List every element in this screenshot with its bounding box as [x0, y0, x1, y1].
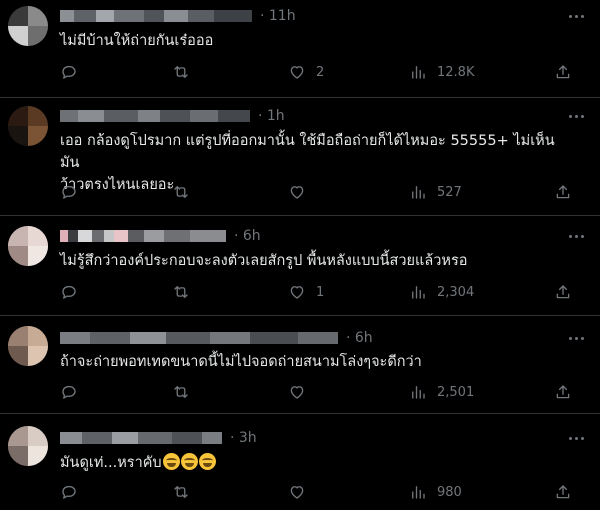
views-button[interactable]: 2,501 [409, 380, 474, 404]
reply-button[interactable] [60, 480, 88, 504]
retweet-icon [174, 66, 188, 78]
more-dots-icon[interactable] [566, 6, 586, 26]
share-icon [556, 185, 570, 199]
views-button[interactable]: 12.8K [409, 60, 474, 84]
blurred-username[interactable] [60, 332, 338, 344]
views-button[interactable]: 527 [409, 180, 462, 204]
blurred-username[interactable] [60, 230, 226, 242]
more-dots-icon[interactable] [566, 106, 586, 126]
bar-chart-icon [412, 486, 425, 499]
reply-icon [62, 65, 76, 79]
like-button[interactable] [288, 180, 316, 204]
tweet-text-content: มันดูเท่...หราคับ [60, 455, 162, 471]
like-button[interactable]: 2 [288, 60, 324, 84]
tweet-timestamp[interactable]: · 1h [258, 108, 285, 124]
retweet-button[interactable] [172, 380, 200, 404]
reply-tweet[interactable]: · 1h เออ กล้องดูโปรมาก แต่รูปที่ออกมานั้… [0, 98, 600, 216]
bar-chart-icon [412, 66, 425, 79]
tweet-timestamp[interactable]: · 11h [260, 8, 296, 24]
reply-tweet[interactable]: · 11h ไม่มีบ้านให้ถ่ายกันเร๋อออ 2 12.8K [0, 0, 600, 98]
more-dots-icon[interactable] [566, 328, 586, 348]
share-icon [556, 285, 570, 299]
heart-icon [290, 386, 304, 399]
blurred-username[interactable] [60, 432, 222, 444]
reply-tweet[interactable]: · 6h ถ้าจะถ่ายพอทเทดขนาดนี้ไม่ไปจอดถ่ายส… [0, 316, 600, 414]
retweet-icon [174, 386, 188, 398]
tweet-timestamp[interactable]: · 6h [234, 228, 261, 244]
more-dots-icon[interactable] [566, 226, 586, 246]
reply-feed: · 11h ไม่มีบ้านให้ถ่ายกันเร๋อออ 2 12.8K [0, 0, 600, 510]
tweet-text: มันดูเท่...หราคับ [60, 452, 570, 474]
avatar[interactable] [8, 6, 48, 46]
reply-icon [62, 285, 76, 299]
reply-button[interactable] [60, 380, 88, 404]
blurred-username[interactable] [60, 10, 252, 22]
share-button[interactable] [554, 60, 572, 84]
grinning-squinting-face-icon [198, 453, 216, 470]
share-icon [556, 485, 570, 499]
tweet-text: ไม่รู้สึกว่าองค์ประกอบจะลงตัวเลยสักรูป พ… [60, 253, 468, 269]
avatar[interactable] [8, 326, 48, 366]
bar-chart-icon [412, 286, 425, 299]
retweet-icon [174, 286, 188, 298]
heart-icon [290, 186, 304, 199]
retweet-button[interactable] [172, 280, 200, 304]
reply-button[interactable] [60, 180, 88, 204]
share-icon [556, 65, 570, 79]
views-button[interactable]: 2,304 [409, 280, 474, 304]
reply-icon [62, 385, 76, 399]
reply-button[interactable] [60, 280, 88, 304]
share-icon [556, 385, 570, 399]
like-button[interactable] [288, 380, 316, 404]
avatar[interactable] [8, 426, 48, 466]
reply-tweet[interactable]: · 3h มันดูเท่...หราคับ 980 [0, 414, 600, 510]
heart-icon [290, 66, 304, 79]
avatar[interactable] [8, 106, 48, 146]
retweet-button[interactable] [172, 180, 200, 204]
reply-tweet[interactable]: · 6h ไม่รู้สึกว่าองค์ประกอบจะลงตัวเลยสัก… [0, 216, 600, 316]
like-button[interactable] [288, 480, 316, 504]
reply-icon [62, 485, 76, 499]
tweet-text: ไม่มีบ้านให้ถ่ายกันเร๋อออ [60, 33, 214, 49]
retweet-button[interactable] [172, 480, 200, 504]
bar-chart-icon [412, 386, 425, 399]
tweet-timestamp[interactable]: · 6h [346, 330, 373, 346]
views-button[interactable]: 980 [409, 480, 462, 504]
share-button[interactable] [554, 180, 572, 204]
grinning-squinting-face-icon [162, 453, 180, 470]
heart-icon [290, 486, 304, 499]
more-dots-icon[interactable] [566, 428, 586, 448]
tweet-text: ถ้าจะถ่ายพอทเทดขนาดนี้ไม่ไปจอดถ่ายสนามโล… [60, 354, 422, 370]
heart-icon [290, 286, 304, 299]
share-button[interactable] [554, 380, 572, 404]
retweet-icon [174, 486, 188, 498]
grinning-squinting-face-icon [180, 453, 198, 470]
reply-icon [62, 185, 76, 199]
bar-chart-icon [412, 186, 425, 199]
like-button[interactable]: 1 [288, 280, 324, 304]
avatar[interactable] [8, 226, 48, 266]
share-button[interactable] [554, 480, 572, 504]
retweet-icon [174, 186, 188, 198]
blurred-username[interactable] [60, 110, 250, 122]
retweet-button[interactable] [172, 60, 200, 84]
tweet-timestamp[interactable]: · 3h [230, 430, 257, 446]
share-button[interactable] [554, 280, 572, 304]
reply-button[interactable] [60, 60, 88, 84]
